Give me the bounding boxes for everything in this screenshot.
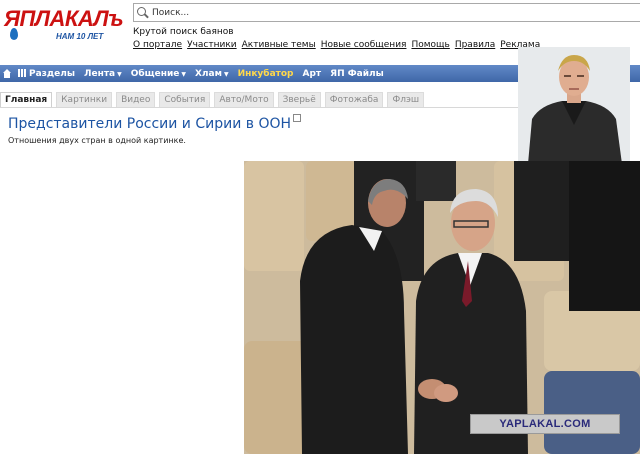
nav-communication[interactable]: Общение ▼ [131, 69, 186, 79]
top-links: О портале Участники Активные темы Новые … [133, 40, 540, 50]
nav-sections[interactable]: Разделы [18, 68, 75, 79]
tab-pictures[interactable]: Картинки [56, 92, 113, 108]
tab-flash[interactable]: Флэш [387, 92, 425, 108]
link-members[interactable]: Участники [187, 40, 237, 50]
link-new-messages[interactable]: Новые сообщения [321, 40, 407, 50]
link-rules[interactable]: Правила [455, 40, 495, 50]
tagline: Крутой поиск баянов [133, 27, 234, 37]
search-input[interactable] [152, 7, 632, 18]
portrait-illustration [518, 47, 630, 164]
tab-events[interactable]: События [159, 92, 211, 108]
home-icon[interactable] [2, 68, 12, 79]
tab-auto-moto[interactable]: Авто/Мото [214, 92, 274, 108]
search-icon[interactable] [136, 6, 150, 20]
logo-drop-icon [10, 28, 18, 40]
tabs-divider [0, 107, 520, 108]
un-meeting-illustration [244, 161, 640, 454]
nav-feed[interactable]: Лента ▼ [84, 69, 122, 79]
bars-icon [18, 68, 26, 77]
watermark: YAPLAKAL.COM [470, 414, 620, 434]
search-box [133, 3, 640, 22]
link-active-topics[interactable]: Активные темы [242, 40, 316, 50]
link-about[interactable]: О портале [133, 40, 182, 50]
tab-main[interactable]: Главная [0, 92, 53, 108]
nav-incubator[interactable]: Инкубатор [238, 69, 294, 79]
tab-animals[interactable]: Зверьё [277, 92, 321, 108]
post-title[interactable]: Представители России и Сирии в ООН [8, 114, 302, 132]
nav-art[interactable]: Арт [303, 69, 322, 79]
main-photo[interactable] [244, 161, 640, 454]
external-link-icon[interactable] [293, 114, 302, 122]
chevron-down-icon: ▼ [117, 70, 122, 78]
section-tabs: Главная Картинки Видео События Авто/Мото… [0, 92, 425, 108]
link-help[interactable]: Помощь [411, 40, 449, 50]
tab-photoshop[interactable]: Фотожаба [324, 92, 384, 108]
tab-video[interactable]: Видео [116, 92, 156, 108]
logo-subtitle: НАМ 10 ЛЕТ [56, 32, 104, 41]
nav-files[interactable]: ЯП Файлы [330, 69, 384, 79]
chevron-down-icon: ▼ [223, 70, 229, 78]
post-subtitle: Отношения двух стран в одной картинке. [8, 136, 186, 145]
overlay-portrait-image [518, 47, 630, 164]
nav-junk[interactable]: Хлам ▼ [195, 69, 229, 79]
logo-text: ЯПЛАКАЛъ [4, 6, 124, 31]
chevron-down-icon: ▼ [181, 70, 186, 78]
site-logo[interactable]: ЯПЛАКАЛъ НАМ 10 ЛЕТ [0, 2, 124, 46]
